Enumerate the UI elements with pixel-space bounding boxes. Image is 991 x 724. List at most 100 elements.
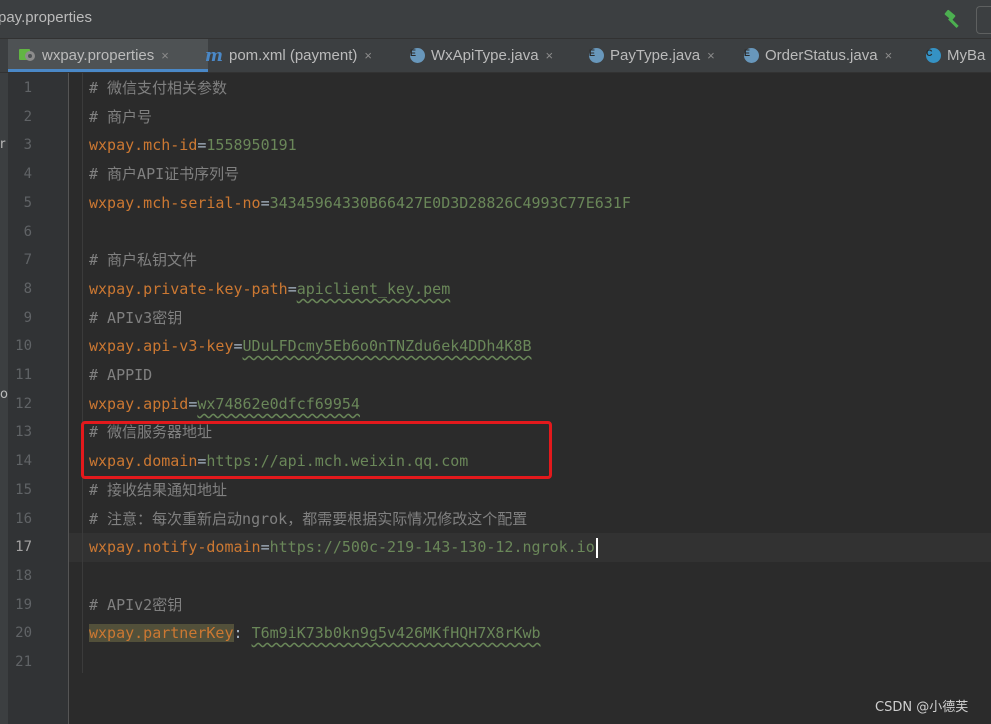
line-number: 3: [23, 137, 32, 153]
highlight-box: [81, 421, 552, 479]
line-number: 8: [23, 281, 32, 297]
line-number: 7: [23, 252, 32, 268]
line-number: 9: [23, 310, 32, 326]
code-line: # 微信支付相关参数: [89, 74, 227, 103]
comment-text: # APIv2密钥: [89, 596, 183, 614]
comment-text: # 商户私钥文件: [89, 251, 198, 269]
code-line: wxpay.api-v3-key=UDuLFDcmy5Eb6o0nTNZdu6e…: [89, 332, 532, 361]
enum-icon: E: [744, 48, 759, 63]
property-value: 34345964330B66427E0D3D28826C4993C77E631F: [269, 194, 631, 212]
tab-label: WxApiType.java: [431, 47, 539, 64]
close-icon[interactable]: ×: [364, 48, 372, 63]
line-number: 15: [15, 482, 32, 498]
text-caret: [595, 537, 598, 558]
line-number: 11: [15, 367, 32, 383]
code-line: # 商户号: [89, 103, 152, 132]
line-number: 14: [15, 453, 32, 469]
code-line: # 注意：每次重新启动ngrok，都需要根据实际情况修改这个配置: [89, 505, 527, 534]
tab-wxpay-properties[interactable]: wxpay.properties ×: [8, 39, 208, 72]
code-line: # 商户私钥文件: [89, 246, 197, 275]
tab-label: MyBa: [947, 47, 986, 64]
property-separator: =: [233, 337, 243, 355]
class-icon: C: [926, 48, 941, 63]
properties-icon: [18, 46, 36, 66]
window-title: pay.properties: [0, 9, 92, 26]
comment-text: # APPID: [89, 366, 153, 384]
line-number: 17: [15, 539, 32, 555]
property-key: wxpay.appid: [89, 395, 189, 413]
property-key: wxpay.mch-serial-no: [89, 194, 261, 212]
line-number: 6: [23, 224, 32, 240]
indent-guide: [82, 73, 83, 673]
line-number: 13: [15, 424, 32, 440]
tab-myba[interactable]: C MyBa: [926, 39, 985, 72]
watermark: CSDN @小德芙: [875, 700, 969, 715]
close-icon[interactable]: ×: [546, 48, 554, 63]
close-icon[interactable]: ×: [707, 48, 715, 63]
tab-orderstatus-java[interactable]: E OrderStatus.java ×: [744, 39, 892, 72]
enum-icon: E: [589, 48, 604, 63]
property-value: https://500c-219-143-130-12.ngrok.io: [269, 538, 595, 556]
line-number: 10: [15, 338, 32, 354]
code-line: # APIv2密钥: [89, 591, 182, 620]
property-value: UDuLFDcmy5Eb6o0nTNZdu6ek4DDh4K8B: [242, 337, 532, 355]
comment-text: # 微信支付相关参数: [89, 79, 228, 97]
line-number: 20: [15, 625, 32, 641]
line-number: 18: [15, 568, 32, 584]
tab-paytype-java[interactable]: E PayType.java ×: [589, 39, 715, 72]
line-number: 21: [15, 654, 32, 670]
comment-text: # 商户号: [89, 108, 153, 126]
left-tool-strip: r o: [0, 73, 8, 724]
tab-pom-xml[interactable]: m pom.xml (payment) ×: [205, 39, 372, 72]
line-number: 4: [23, 166, 32, 182]
line-number: 1: [23, 80, 32, 96]
property-key: wxpay.notify-domain: [89, 538, 261, 556]
code-line: wxpay.mch-serial-no=34345964330B66427E0D…: [89, 189, 631, 218]
code-line: wxpay.private-key-path=apiclient_key.pem: [89, 275, 450, 304]
comment-text: # 注意：每次重新启动ngrok，都需要根据实际情况修改这个配置: [89, 510, 528, 528]
title-bar: pay.properties: [0, 0, 991, 39]
close-icon[interactable]: ×: [885, 48, 893, 63]
property-value: apiclient_key.pem: [296, 280, 451, 298]
maven-icon: m: [205, 45, 223, 66]
line-number: 16: [15, 511, 32, 527]
close-icon[interactable]: ×: [161, 48, 169, 63]
property-key: wxpay.api-v3-key: [89, 337, 234, 355]
tab-label: pom.xml (payment): [229, 47, 358, 64]
tool-window-label[interactable]: r: [0, 137, 5, 152]
line-number: 19: [15, 597, 32, 613]
tab-wxapitype-java[interactable]: E WxApiType.java ×: [410, 39, 553, 72]
code-line: wxpay.partnerKey: T6m9iK73b0kn9g5v426MKf…: [89, 619, 541, 648]
property-key: wxpay.private-key-path: [89, 280, 288, 298]
comment-text: # 接收结果通知地址: [89, 481, 228, 499]
code-line: wxpay.notify-domain=https://500c-219-143…: [89, 533, 598, 562]
property-value: T6m9iK73b0kn9g5v426MKfHQH7X8rKwb: [251, 624, 541, 642]
property-key: wxpay.partnerKey: [89, 624, 234, 642]
line-number: 5: [23, 195, 32, 211]
code-line: wxpay.mch-id=1558950191: [89, 131, 297, 160]
enum-icon: E: [410, 48, 425, 63]
code-line: # APIv3密钥: [89, 304, 182, 333]
run-config-selector[interactable]: [976, 6, 991, 34]
property-key: wxpay.mch-id: [89, 136, 198, 154]
editor-tab-bar: wxpay.properties × m pom.xml (payment) ×…: [0, 39, 991, 73]
tab-label: PayType.java: [610, 47, 701, 64]
code-line: # 接收结果通知地址: [89, 476, 227, 505]
code-line: # APPID: [89, 361, 152, 390]
property-separator: :: [233, 624, 252, 642]
code-line: wxpay.appid=wx74862e0dfcf69954: [89, 390, 360, 419]
line-number: 2: [23, 109, 32, 125]
tab-label: wxpay.properties: [42, 47, 155, 64]
comment-text: # 商户API证书序列号: [89, 165, 240, 183]
property-value: 1558950191: [206, 136, 297, 154]
tab-label: OrderStatus.java: [765, 47, 878, 64]
comment-text: # APIv3密钥: [89, 309, 183, 327]
property-separator: =: [260, 538, 270, 556]
property-separator: =: [260, 194, 270, 212]
hammer-icon[interactable]: [942, 8, 964, 30]
tool-window-label[interactable]: o: [0, 387, 8, 402]
property-value: wx74862e0dfcf69954: [197, 395, 360, 413]
code-line: # 商户API证书序列号: [89, 160, 239, 189]
property-separator: =: [287, 280, 297, 298]
line-number: 12: [15, 396, 32, 412]
